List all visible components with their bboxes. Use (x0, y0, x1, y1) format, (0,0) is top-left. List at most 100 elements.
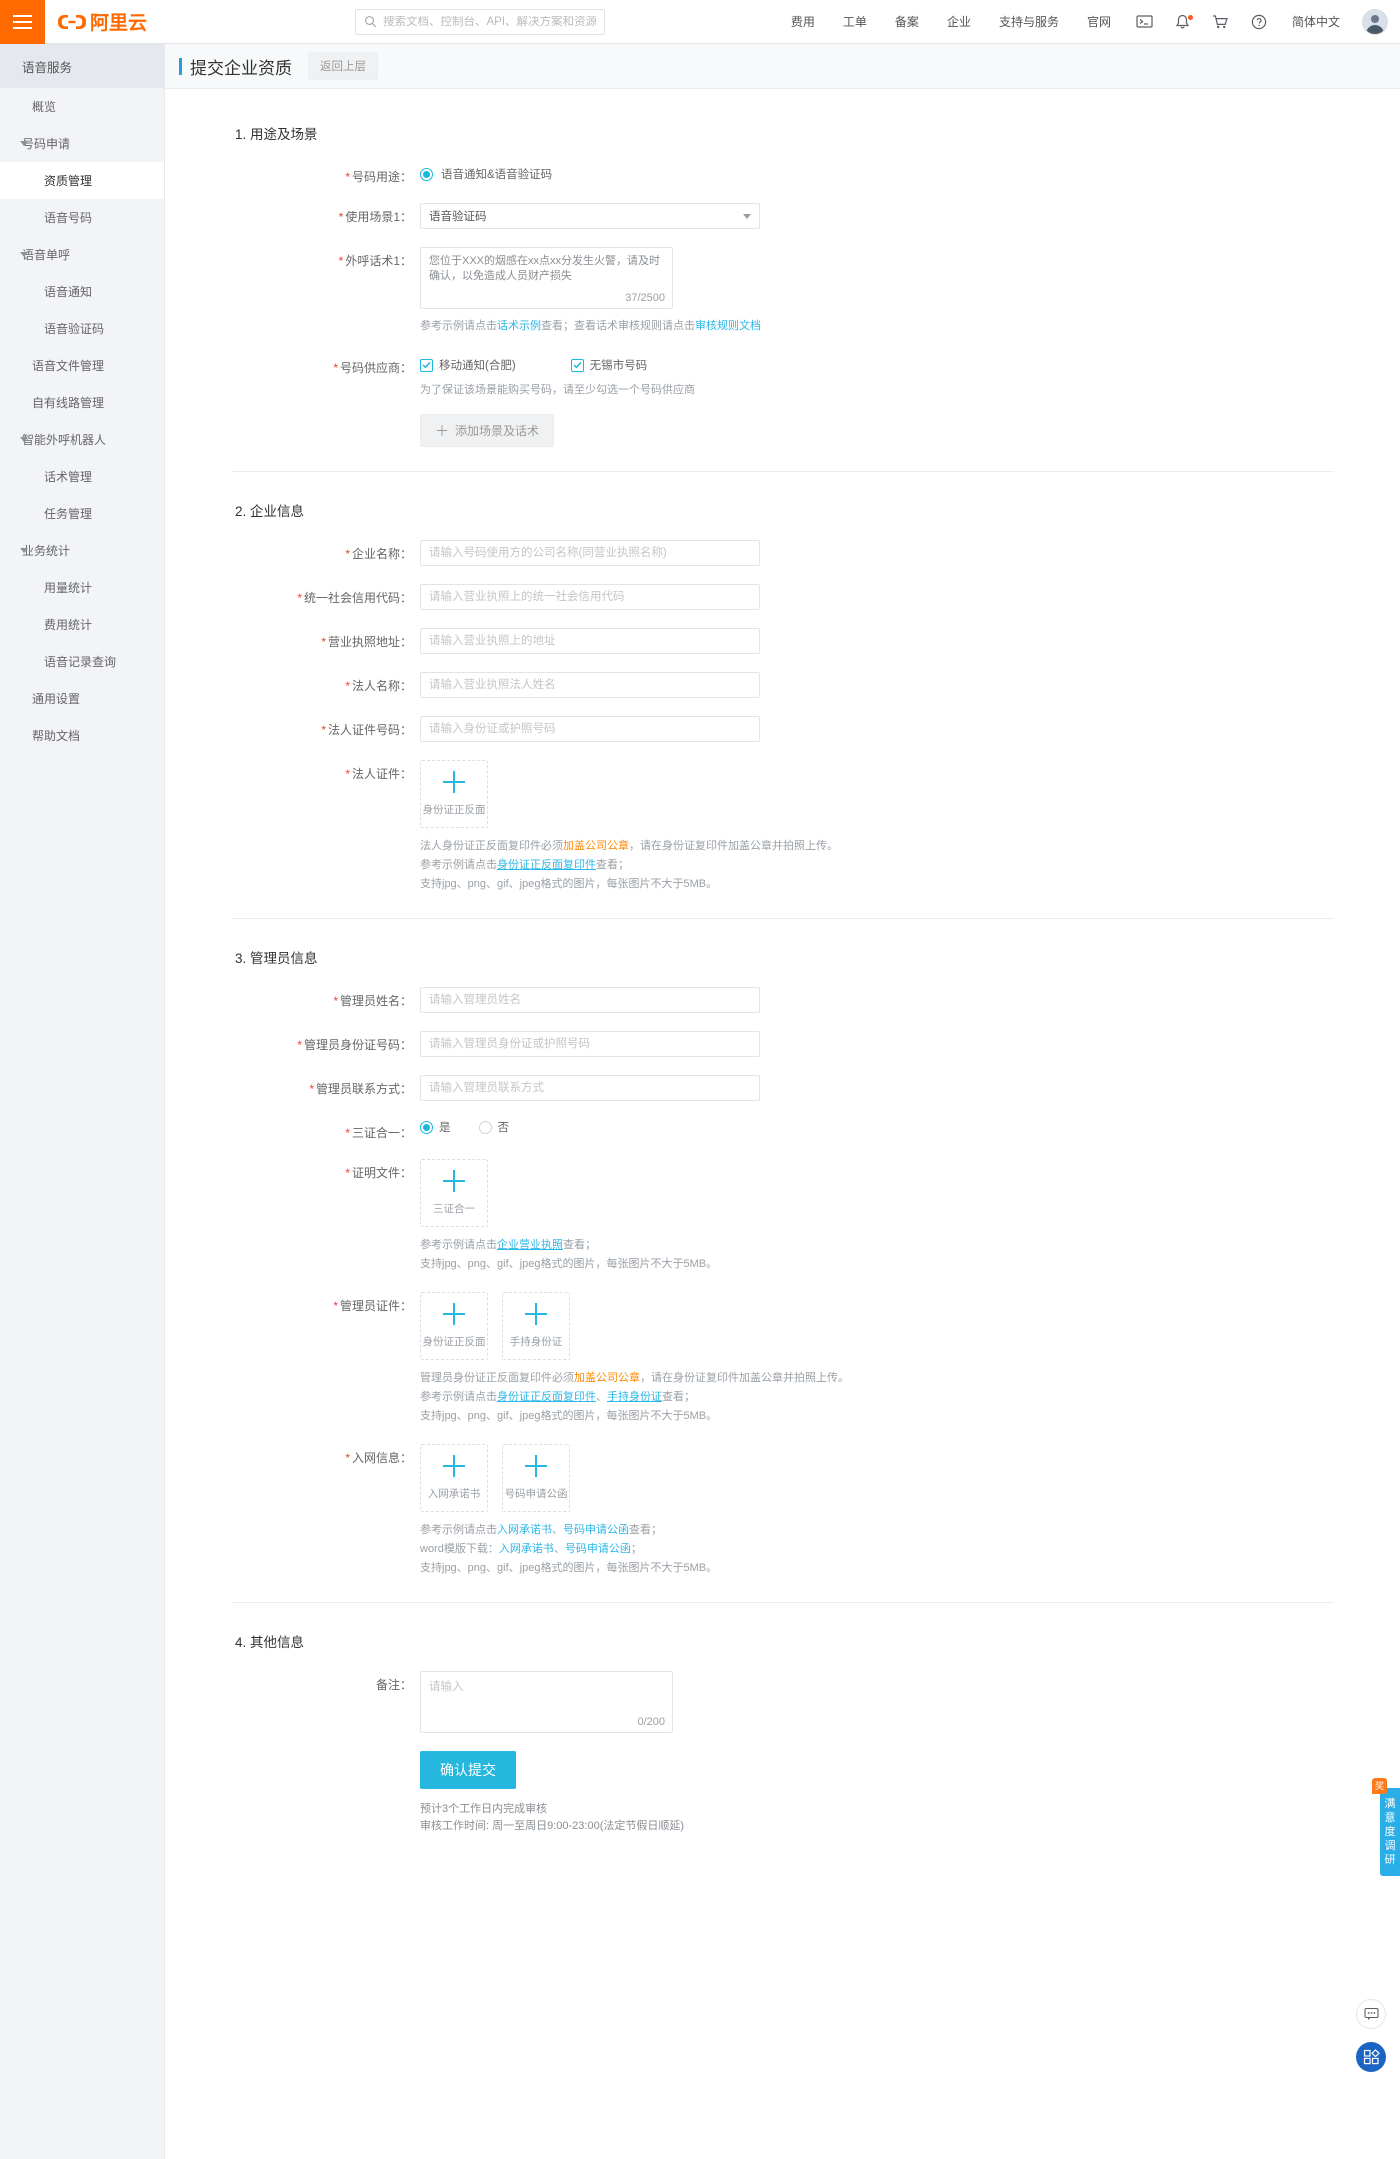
section3-input-0[interactable] (420, 987, 760, 1013)
required-marker: * (321, 635, 326, 649)
sidebar-item-8[interactable]: 自有线路管理 (0, 384, 164, 421)
sidebar-item-16[interactable]: 通用设置 (0, 680, 164, 717)
purpose-radio[interactable] (420, 167, 433, 181)
sidebar-item-11[interactable]: 任务管理 (0, 495, 164, 532)
supplier-option-mobile-label[interactable]: 移动通知(合肥) (439, 357, 516, 373)
sidebar-item-7[interactable]: 语音文件管理 (0, 347, 164, 384)
supplier-option-mobile[interactable]: 移动通知(合肥) (420, 357, 516, 373)
script-example-link[interactable]: 话术示例 (497, 320, 541, 332)
chat-button[interactable] (1356, 1999, 1386, 2029)
sidebar-item-4[interactable]: 语音单呼 (0, 236, 164, 273)
upload-box-three-in-one[interactable]: 三证合一 (420, 1159, 488, 1227)
script-textarea[interactable]: 您位于XXX的烟感在xx点xx分发生火警，请及时确认，以免造成人员财产损失 37… (420, 247, 673, 309)
label-number-supplier: * 号码供应商： (333, 361, 412, 375)
supplier-option-wuxi-label[interactable]: 无锡市号码 (590, 357, 648, 373)
network-note-sep: 、 (552, 1524, 563, 1536)
section2-field-2-wrap (420, 628, 1400, 654)
number-letter-example-link[interactable]: 号码申请公函 (563, 1524, 629, 1536)
three-in-one-no[interactable]: 否 (478, 1119, 510, 1135)
admin-id-copy-example-link[interactable]: 身份证正反面复印件 (497, 1391, 596, 1403)
section2-input-0[interactable] (420, 540, 760, 566)
sidebar-item-17[interactable]: 帮助文档 (0, 717, 164, 754)
proof-note-1a: 参考示例请点击 (420, 1239, 497, 1251)
three-in-one-yes[interactable]: 是 (420, 1119, 451, 1135)
field-label-text: 管理员联系方式： (315, 1082, 412, 1096)
upload-box-number-application-letter[interactable]: 号码申请公函 (502, 1444, 570, 1512)
nav-item-tickets[interactable]: 工单 (829, 13, 881, 30)
sidebar-item-1[interactable]: 号码申请 (0, 125, 164, 162)
section4-title: 4. 其他信息 (235, 1635, 305, 1650)
section2-input-4[interactable] (420, 716, 760, 742)
terminal-button[interactable] (1125, 14, 1164, 29)
section2-field-1-label: * 统一社会信用代码： (165, 584, 420, 610)
legal-doc-upload-group: 身份证正反面 (420, 760, 1400, 828)
radio-selected-icon[interactable] (420, 1120, 433, 1134)
cart-button[interactable] (1201, 14, 1240, 30)
section2-input-1[interactable] (420, 584, 760, 610)
nav-item-website[interactable]: 官网 (1073, 13, 1125, 30)
nav-item-enterprise[interactable]: 企业 (933, 13, 985, 30)
sidebar-item-9[interactable]: 智能外呼机器人 (0, 421, 164, 458)
purpose-radio-group[interactable]: 语音通知&语音验证码 (420, 163, 1400, 182)
id-card-copy-example-link[interactable]: 身份证正反面复印件 (497, 859, 596, 871)
sidebar-item-5[interactable]: 语音通知 (0, 273, 164, 310)
three-in-one-yes-label[interactable]: 是 (439, 1119, 451, 1135)
section3-input-2[interactable] (420, 1075, 760, 1101)
handheld-id-example-link[interactable]: 手持身份证 (607, 1391, 662, 1403)
network-commitment-example-link[interactable]: 入网承诺书 (497, 1524, 552, 1536)
sidebar-item-14[interactable]: 费用统计 (0, 606, 164, 643)
upload-box-id-card-front-back[interactable]: 身份证正反面 (420, 760, 488, 828)
field-label-text: 营业执照地址： (327, 635, 412, 649)
language-selector[interactable]: 简体中文 (1278, 13, 1354, 30)
three-in-one-radio-group: 是 否 (420, 1119, 1400, 1135)
add-scene-script-button[interactable]: ＋ 添加场景及话术 (420, 414, 555, 447)
back-button[interactable]: 返回上层 (308, 52, 378, 80)
business-license-example-link[interactable]: 企业营业执照 (497, 1239, 563, 1251)
sidebar-item-label: 语音单呼 (22, 248, 71, 262)
sidebar-item-3[interactable]: 语音号码 (0, 199, 164, 236)
aliyun-logo[interactable]: 阿里云 (57, 8, 147, 35)
checkbox-checked-icon[interactable] (570, 358, 584, 372)
scene-select[interactable]: 语音验证码 (420, 203, 760, 229)
sidebar-item-2[interactable]: 资质管理 (0, 162, 164, 199)
nav-item-icp[interactable]: 备案 (881, 13, 933, 30)
sidebar-item-13[interactable]: 用量统计 (0, 569, 164, 606)
supplier-option-wuxi[interactable]: 无锡市号码 (570, 357, 648, 373)
nav-item-fees[interactable]: 费用 (777, 13, 829, 30)
apps-button[interactable] (1356, 2042, 1386, 2072)
help-button[interactable] (1240, 14, 1278, 30)
sidebar-item-0[interactable]: 概览 (0, 88, 164, 125)
sidebar-item-10[interactable]: 话术管理 (0, 458, 164, 495)
upload-box-admin-id-front-back[interactable]: 身份证正反面 (420, 1292, 488, 1360)
global-search-box[interactable] (355, 8, 605, 35)
network-commitment-download-link[interactable]: 入网承诺书 (499, 1543, 554, 1555)
sidebar-item-6[interactable]: 语音验证码 (0, 310, 164, 347)
section2-input-3[interactable] (420, 672, 760, 698)
hamburger-menu-icon[interactable] (0, 0, 45, 44)
number-letter-download-link[interactable]: 号码申请公函 (565, 1543, 631, 1555)
legal-note-1b: ，请在身份证复印件加盖公章并拍照上传。 (629, 840, 838, 852)
satisfaction-survey-tab[interactable]: 奖 满意度调研 (1372, 1778, 1400, 1876)
chevron-down-icon (743, 213, 751, 219)
radio-unselected-icon[interactable] (478, 1120, 492, 1134)
section3-field-2-label: * 管理员联系方式： (165, 1075, 420, 1101)
purpose-radio-label[interactable]: 语音通知&语音验证码 (441, 166, 552, 182)
upload-caption: 三证合一 (433, 1203, 475, 1215)
section3-input-1[interactable] (420, 1031, 760, 1057)
submit-button[interactable]: 确认提交 (420, 1751, 516, 1789)
notifications-button[interactable] (1164, 14, 1201, 30)
section-other-info: 4. 其他信息 备注： 请输入 0/200 确认提交 预计3个工作日内完成审核 (165, 1631, 1400, 1835)
sidebar-item-15[interactable]: 语音记录查询 (0, 643, 164, 680)
search-input[interactable] (383, 15, 596, 28)
three-in-one-no-label[interactable]: 否 (498, 1119, 510, 1135)
remark-textarea[interactable]: 请输入 0/200 (420, 1671, 673, 1733)
upload-box-handheld-id[interactable]: 手持身份证 (502, 1292, 570, 1360)
avatar[interactable] (1362, 8, 1388, 35)
nav-item-support[interactable]: 支持与服务 (985, 13, 1073, 30)
audit-rule-doc-link[interactable]: 审核规则文档 (695, 320, 761, 332)
sidebar-item-12[interactable]: 业务统计 (0, 532, 164, 569)
upload-box-network-commitment[interactable]: 入网承诺书 (420, 1444, 488, 1512)
checkbox-checked-icon[interactable] (420, 358, 433, 372)
section2-input-2[interactable] (420, 628, 760, 654)
section3-fields: *管理员姓名：*管理员身份证号码：*管理员联系方式： (165, 987, 1400, 1101)
